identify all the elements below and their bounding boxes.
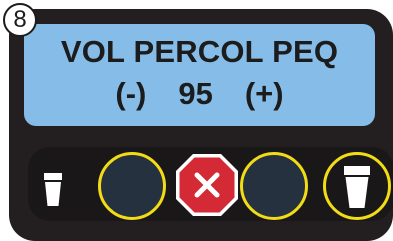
decrease-button[interactable] [98, 152, 166, 220]
stop-button[interactable] [172, 150, 242, 220]
step-number: 8 [13, 6, 27, 33]
display-title: VOL PERCOL PEQ [60, 34, 339, 69]
large-cup-button[interactable] [323, 152, 391, 220]
large-cup-icon [344, 166, 370, 208]
decrease-label: (-) [115, 76, 147, 111]
volume-value: 95 [178, 76, 213, 111]
increase-button[interactable] [240, 152, 308, 220]
increase-label: (+) [244, 76, 284, 111]
display-value-row: (-) 95 (+) [24, 76, 375, 112]
step-number-badge: 8 [3, 3, 37, 37]
lcd-display: VOL PERCOL PEQ (-) 95 (+) [24, 24, 375, 126]
small-cup-icon [44, 173, 62, 206]
